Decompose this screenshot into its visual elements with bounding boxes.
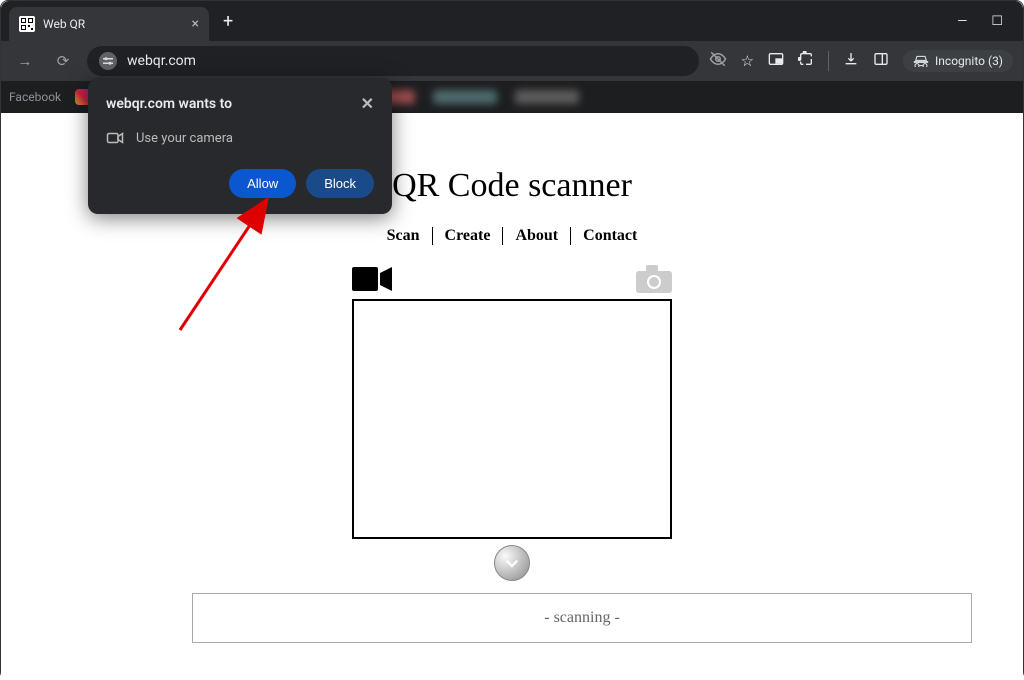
window-controls: — ☐ — [937, 4, 1023, 38]
pip-icon[interactable] — [768, 51, 784, 71]
video-mode-icon[interactable] — [352, 265, 392, 297]
reload-button[interactable]: ⟳ — [49, 52, 77, 70]
nav-scan[interactable]: Scan — [375, 227, 432, 245]
expand-down-button[interactable] — [494, 545, 530, 581]
address-bar[interactable]: webqr.com — [87, 46, 699, 76]
browser-tab[interactable]: Web QR × — [9, 7, 209, 41]
permission-origin: webqr.com wants to — [106, 96, 232, 112]
separator — [828, 51, 829, 71]
extensions-icon[interactable] — [798, 51, 814, 71]
permission-item: Use your camera — [136, 131, 233, 146]
page-nav: Scan Create About Contact — [192, 227, 832, 245]
nav-about[interactable]: About — [502, 227, 570, 245]
scanner-viewport — [352, 299, 672, 539]
incognito-icon — [913, 55, 929, 67]
tab-title: Web QR — [43, 17, 85, 31]
tracking-icon[interactable] — [709, 50, 727, 72]
forward-button[interactable]: → — [11, 52, 39, 70]
new-tab-button[interactable]: + — [209, 4, 247, 38]
allow-button[interactable]: Allow — [229, 169, 296, 198]
site-settings-icon[interactable] — [99, 52, 117, 70]
bookmark-facebook[interactable]: Facebook — [9, 90, 61, 104]
bookmark-star-icon[interactable]: ☆ — [741, 52, 754, 70]
nav-create[interactable]: Create — [432, 227, 503, 245]
permission-close-icon[interactable]: ✕ — [361, 94, 374, 113]
maximize-icon[interactable]: ☐ — [991, 14, 1003, 29]
status-text: - scanning - — [544, 609, 620, 627]
minimize-icon[interactable]: — — [957, 14, 967, 29]
incognito-text: Incognito (3) — [935, 54, 1003, 68]
downloads-icon[interactable] — [843, 51, 859, 71]
photo-mode-icon[interactable] — [636, 265, 672, 297]
camera-icon — [106, 129, 124, 147]
nav-contact[interactable]: Contact — [570, 227, 649, 245]
chevron-down-icon — [503, 554, 521, 572]
toolbar: → ⟳ webqr.com ☆ Incognito (3) — [1, 41, 1023, 81]
sidepanel-icon[interactable] — [873, 51, 889, 71]
qr-favicon-icon — [19, 16, 35, 32]
tab-close-icon[interactable]: × — [192, 16, 199, 32]
status-box: - scanning - — [192, 593, 972, 643]
url-text: webqr.com — [127, 53, 196, 69]
incognito-badge[interactable]: Incognito (3) — [903, 50, 1013, 72]
block-button[interactable]: Block — [306, 169, 374, 198]
titlebar: Web QR × + — ☐ — [1, 1, 1023, 41]
permission-dialog: webqr.com wants to ✕ Use your camera All… — [88, 78, 392, 214]
